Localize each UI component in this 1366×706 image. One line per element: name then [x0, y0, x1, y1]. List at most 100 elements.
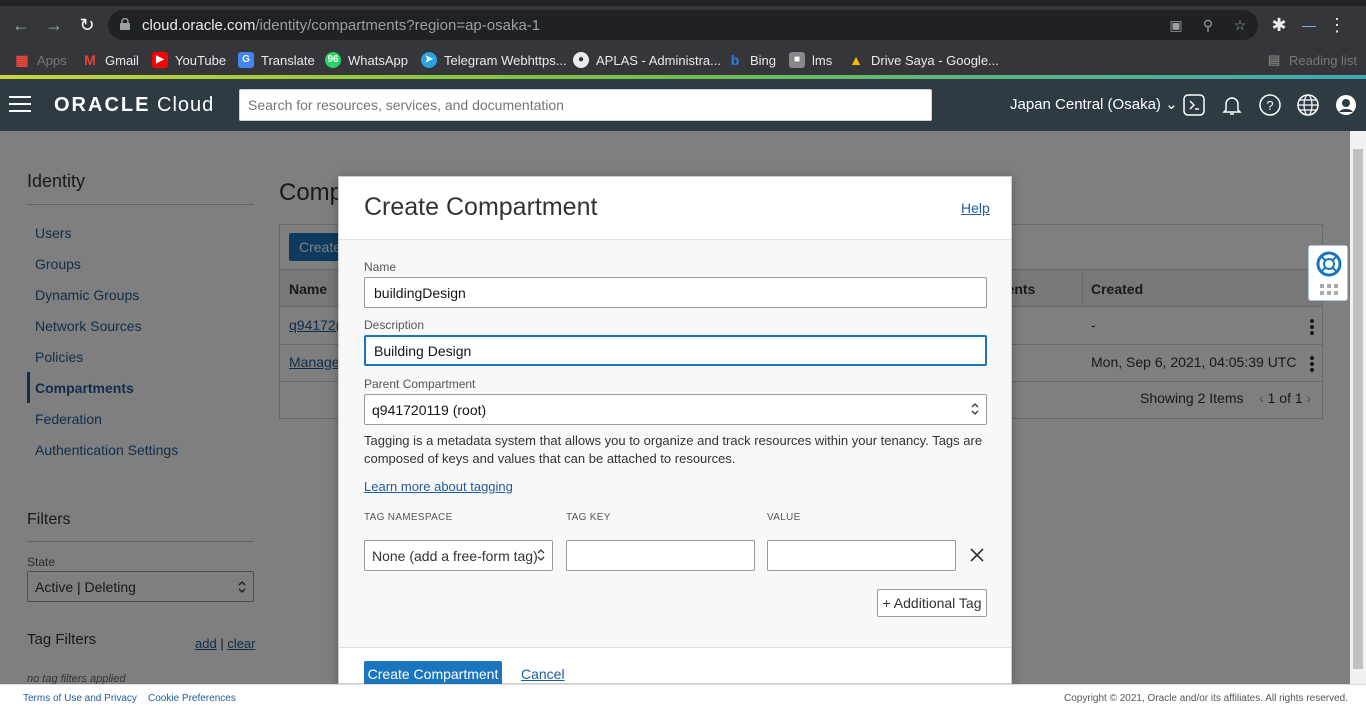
bookmark-aplas[interactable]: ● APLAS - Administra...: [573, 49, 721, 71]
bookmark-label: Bing: [750, 52, 777, 68]
learn-more-tagging-link[interactable]: Learn more about tagging: [364, 479, 513, 494]
oracle-cloud-logo[interactable]: ORACLE Cloud: [54, 94, 214, 117]
dialog-body: Name buildingDesign Description Building…: [339, 240, 1011, 647]
tag-key-header: TAG KEY: [566, 512, 611, 523]
bookmark-telegram[interactable]: ➤ Telegram Webhttps...: [421, 49, 567, 71]
help-link[interactable]: Help: [961, 200, 990, 216]
translate-app-icon: G: [238, 52, 254, 68]
extensions-area: ✱ — ⋮: [1262, 12, 1362, 38]
drive-icon: ▲: [849, 52, 863, 68]
url-host: cloud.oracle.com: [142, 17, 256, 34]
bookmark-youtube[interactable]: ▶ YouTube: [152, 49, 226, 71]
browser-chrome: ← → ↻ cloud.oracle.com/identity/compartm…: [0, 0, 1366, 79]
tag-namespace-header: TAG NAMESPACE: [364, 512, 453, 523]
copyright-text: Copyright © 2021, Oracle and/or its affi…: [1064, 693, 1348, 704]
bookmark-whatsapp[interactable]: 96 WhatsApp: [325, 49, 408, 71]
back-icon[interactable]: ←: [8, 12, 34, 38]
hamburger-menu-icon[interactable]: [9, 96, 31, 112]
terms-link[interactable]: Terms of Use and Privacy: [23, 693, 137, 704]
tag-namespace-select[interactable]: None (add a free-form tag): [364, 540, 553, 571]
close-icon[interactable]: [969, 547, 985, 563]
reading-list-label: Reading list: [1289, 52, 1357, 68]
dialog-footer-divider: [339, 647, 1011, 648]
bookmark-label: WhatsApp: [348, 52, 408, 68]
star-icon[interactable]: ☆: [1230, 15, 1250, 35]
bookmark-label: APLAS - Administra...: [596, 52, 721, 68]
name-label: Name: [364, 260, 397, 274]
telegram-icon: ➤: [421, 52, 437, 68]
extensions-icon[interactable]: ✱: [1266, 12, 1292, 38]
bookmark-label: YouTube: [175, 52, 227, 68]
gmail-icon: M: [84, 52, 96, 68]
page-scrollbar[interactable]: [1350, 131, 1366, 684]
url-text: cloud.oracle.com/identity/compartments?r…: [142, 17, 540, 34]
reload-icon[interactable]: ↻: [74, 12, 100, 38]
bookmark-gmail[interactable]: M Gmail: [82, 49, 139, 71]
dialog-title: Create Compartment: [364, 193, 598, 221]
parent-compartment-select[interactable]: q941720119 (root): [364, 394, 987, 425]
globe-icon: ●: [573, 52, 589, 68]
whatsapp-icon: 96: [325, 52, 341, 68]
browser-toolbar: ← → ↻ cloud.oracle.com/identity/compartm…: [0, 6, 1366, 44]
address-bar[interactable]: cloud.oracle.com/identity/compartments?r…: [108, 10, 1258, 40]
tag-value-input[interactable]: [767, 540, 956, 571]
bookmarks-bar: ▦ Apps M Gmail ▶ YouTube G Translate 96 Whats…: [0, 44, 1366, 75]
apps-grid-icon: ▦: [15, 52, 29, 68]
tagging-description: Tagging is a metadata system that allows…: [364, 433, 983, 466]
lock-icon: [120, 18, 130, 30]
user-profile-icon[interactable]: [1334, 93, 1358, 117]
translate-icon[interactable]: ▣: [1166, 15, 1186, 35]
bookmark-bing[interactable]: b Bing: [727, 49, 776, 71]
language-globe-icon[interactable]: [1296, 93, 1320, 117]
parent-compartment-label: Parent Compartment: [364, 377, 476, 391]
bookmark-lms[interactable]: ■ lms: [789, 49, 832, 71]
bookmark-drive[interactable]: ▲ Drive Saya - Google...: [848, 49, 999, 71]
oci-header: ORACLE Cloud Japan Central (Osaka) ⌄ ?: [0, 79, 1366, 131]
bell-icon[interactable]: [1220, 93, 1244, 117]
description-field[interactable]: Building Design: [364, 335, 987, 366]
bookmark-apps[interactable]: ▦ Apps: [14, 49, 67, 71]
logo-text: ORACLE: [54, 94, 151, 116]
chevron-down-icon: ⌄: [1165, 96, 1178, 113]
scrollbar-thumb[interactable]: [1353, 149, 1363, 669]
floating-help-widget[interactable]: [1308, 245, 1348, 301]
additional-tag-button[interactable]: + Additional Tag: [877, 589, 987, 617]
description-label: Description: [364, 318, 425, 332]
logo-suffix: Cloud: [157, 94, 215, 116]
region-label: Japan Central (Osaka): [1010, 96, 1161, 113]
youtube-icon: ▶: [152, 52, 168, 68]
profile-icon[interactable]: —: [1296, 12, 1322, 38]
cloud-shell-icon[interactable]: [1182, 93, 1206, 117]
bookmark-label: lms: [812, 52, 833, 68]
bookmark-label: Translate: [261, 52, 315, 68]
bing-icon: b: [730, 52, 740, 68]
help-icon[interactable]: ?: [1258, 93, 1282, 117]
url-path: /identity/compartments?region=ap-osaka-1: [255, 17, 541, 34]
parent-compartment-value: q941720119 (root): [372, 402, 487, 418]
lms-icon: ■: [789, 52, 805, 68]
svg-text:?: ?: [1266, 98, 1273, 113]
cancel-link[interactable]: Cancel: [521, 666, 565, 682]
tag-namespace-value: None (add a free-form tag): [372, 548, 538, 564]
tag-value-header: VALUE: [767, 512, 801, 523]
select-arrows-icon: [537, 549, 545, 561]
region-selector[interactable]: Japan Central (Osaka) ⌄: [1010, 95, 1178, 113]
tag-key-input[interactable]: [566, 540, 755, 571]
search-input[interactable]: [239, 89, 932, 121]
forward-icon[interactable]: →: [41, 12, 67, 38]
browser-menu-icon[interactable]: ⋮: [1324, 12, 1350, 38]
name-field[interactable]: buildingDesign: [364, 277, 987, 308]
bookmark-label: Apps: [37, 52, 67, 68]
bookmark-label: Drive Saya - Google...: [871, 52, 999, 68]
zoom-icon[interactable]: ⚲: [1198, 15, 1218, 35]
bookmark-translate[interactable]: G Translate: [238, 49, 315, 71]
lifebuoy-icon: [1316, 251, 1342, 277]
reading-list-icon: ▤: [1267, 52, 1281, 67]
select-arrows-icon: [971, 403, 979, 415]
page-footer: Terms of Use and Privacy Cookie Preferen…: [0, 684, 1366, 706]
bookmark-label: Telegram Webhttps...: [444, 52, 567, 68]
create-compartment-dialog: Create Compartment Help Name buildingDes…: [338, 176, 1012, 687]
bookmark-label: Gmail: [105, 52, 139, 68]
cookie-preferences-link[interactable]: Cookie Preferences: [148, 693, 236, 704]
reading-list[interactable]: ▤ Reading list: [1266, 49, 1357, 71]
